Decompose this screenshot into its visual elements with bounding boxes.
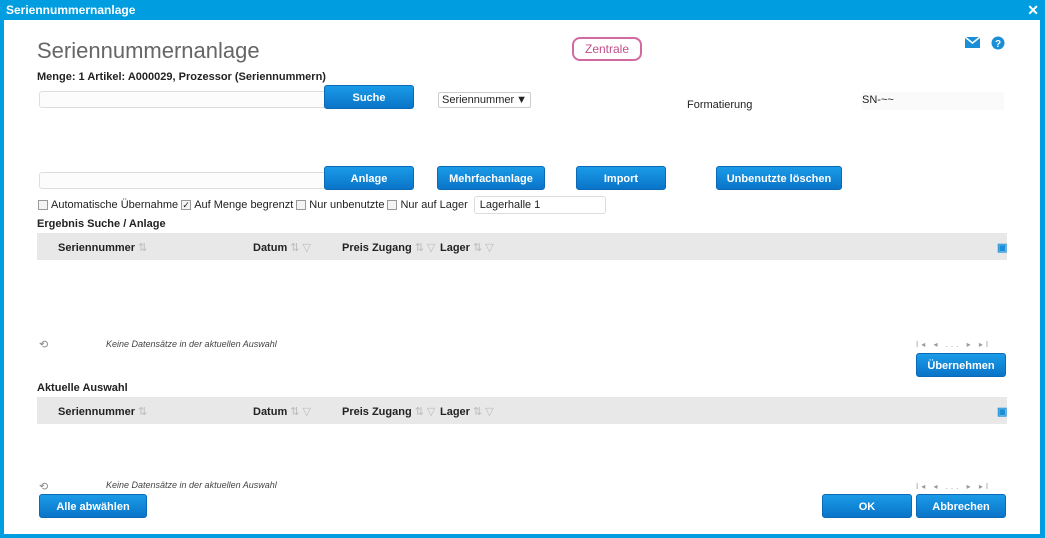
auto-accept-checkbox[interactable] [38, 200, 48, 210]
sort-icon[interactable]: ⇅ [138, 241, 147, 254]
article-info: Menge: 1 Artikel: A000029, Prozessor (Se… [37, 71, 326, 83]
column-header[interactable]: Preis Zugang [342, 406, 412, 418]
import-button[interactable]: Import [576, 166, 666, 190]
pager[interactable]: I◂ ◂ ... ▸ ▸I [916, 482, 991, 491]
column-chooser-icon[interactable]: ▣ [997, 241, 1007, 254]
only-unused-checkbox[interactable] [296, 200, 307, 210]
apply-button[interactable]: Übernehmen [916, 353, 1006, 377]
dropdown-arrow-icon: ▼ [516, 94, 527, 106]
dialog: Seriennummernanlage Zentrale ? Menge: 1 … [4, 20, 1040, 534]
anlage-button[interactable]: Anlage [324, 166, 414, 190]
option-label: Auf Menge begrenzt [194, 199, 294, 211]
empty-message: Keine Datensätze in der aktuellen Auswah… [106, 339, 277, 349]
sort-icon[interactable]: ⇅ [290, 405, 299, 418]
pager[interactable]: I◂ ◂ ... ▸ ▸I [916, 340, 991, 349]
sort-icon[interactable]: ⇅ [290, 241, 299, 254]
empty-message: Keine Datensätze in der aktuellen Auswah… [106, 480, 277, 490]
sort-icon[interactable]: ⇅ [415, 241, 424, 254]
filter-icon[interactable]: ▽ [485, 405, 493, 418]
window-title: Seriennummernanlage [6, 3, 136, 17]
column-header[interactable]: Datum [253, 406, 287, 418]
result-title: Ergebnis Suche / Anlage [37, 218, 166, 230]
create-input[interactable] [39, 172, 327, 189]
column-header[interactable]: Datum [253, 242, 287, 254]
selection-grid-header: Seriennummer ⇅ Datum ⇅ ▽ Preis Zugang ⇅ ▽ Lag… [37, 397, 1007, 424]
zentrale-button[interactable]: Zentrale [572, 37, 642, 61]
column-chooser-icon[interactable]: ▣ [997, 405, 1007, 418]
column-header[interactable]: Preis Zugang [342, 242, 412, 254]
result-grid-header: Seriennummer ⇅ Datum ⇅ ▽ Preis Zugang ⇅ ▽ Lag… [37, 233, 1007, 260]
filter-icon[interactable]: ▽ [485, 241, 493, 254]
option-label: Nur unbenutzte [309, 199, 385, 211]
filter-icon[interactable]: ▽ [302, 405, 310, 418]
sort-icon[interactable]: ⇅ [415, 405, 424, 418]
close-icon[interactable]: ✕ [1027, 2, 1039, 19]
column-header[interactable]: Seriennummer [58, 406, 135, 418]
selection-title: Aktuelle Auswahl [37, 382, 128, 394]
lager-input[interactable]: Lagerhalle 1 [473, 196, 606, 214]
formatting-label: Formatierung [687, 99, 753, 111]
refresh-icon[interactable]: ⟲ [39, 480, 48, 493]
page-title: Seriennummernanlage [37, 38, 260, 63]
help-icon[interactable]: ? [991, 36, 1005, 50]
svg-text:?: ? [995, 39, 1001, 50]
refresh-icon[interactable]: ⟲ [39, 338, 48, 351]
column-header[interactable]: Lager [440, 242, 470, 254]
option-label: Automatische Übernahme [51, 199, 179, 211]
delete-unused-button[interactable]: Unbenutzte löschen [716, 166, 842, 190]
mehrfachanlage-button[interactable]: Mehrfachanlage [437, 166, 545, 190]
formatting-input[interactable]: SN-~~ [862, 92, 1004, 110]
sort-icon[interactable]: ⇅ [138, 405, 147, 418]
ok-button[interactable]: OK [822, 494, 912, 518]
column-header[interactable]: Lager [440, 406, 470, 418]
filter-icon[interactable]: ▽ [302, 241, 310, 254]
title-bar: Seriennummernanlage ✕ [0, 0, 1045, 20]
search-type-select[interactable]: Seriennummer ▼ [438, 92, 531, 108]
filter-icon[interactable]: ▽ [427, 241, 435, 254]
cancel-button[interactable]: Abbrechen [916, 494, 1006, 518]
deselect-all-button[interactable]: Alle abwählen [39, 494, 147, 518]
filter-icon[interactable]: ▽ [427, 405, 435, 418]
options-row: Automatische Übernahme ✓ Auf Menge begren… [38, 196, 606, 214]
sort-icon[interactable]: ⇅ [473, 405, 482, 418]
select-value: Seriennummer [442, 94, 515, 106]
search-button[interactable]: Suche [324, 85, 414, 109]
search-input[interactable] [39, 91, 327, 108]
limit-quantity-checkbox[interactable]: ✓ [181, 200, 192, 210]
only-stock-checkbox[interactable] [387, 200, 398, 210]
sort-icon[interactable]: ⇅ [473, 241, 482, 254]
mail-icon[interactable] [965, 37, 980, 48]
column-header[interactable]: Seriennummer [58, 242, 135, 254]
option-label: Nur auf Lager [400, 199, 468, 211]
